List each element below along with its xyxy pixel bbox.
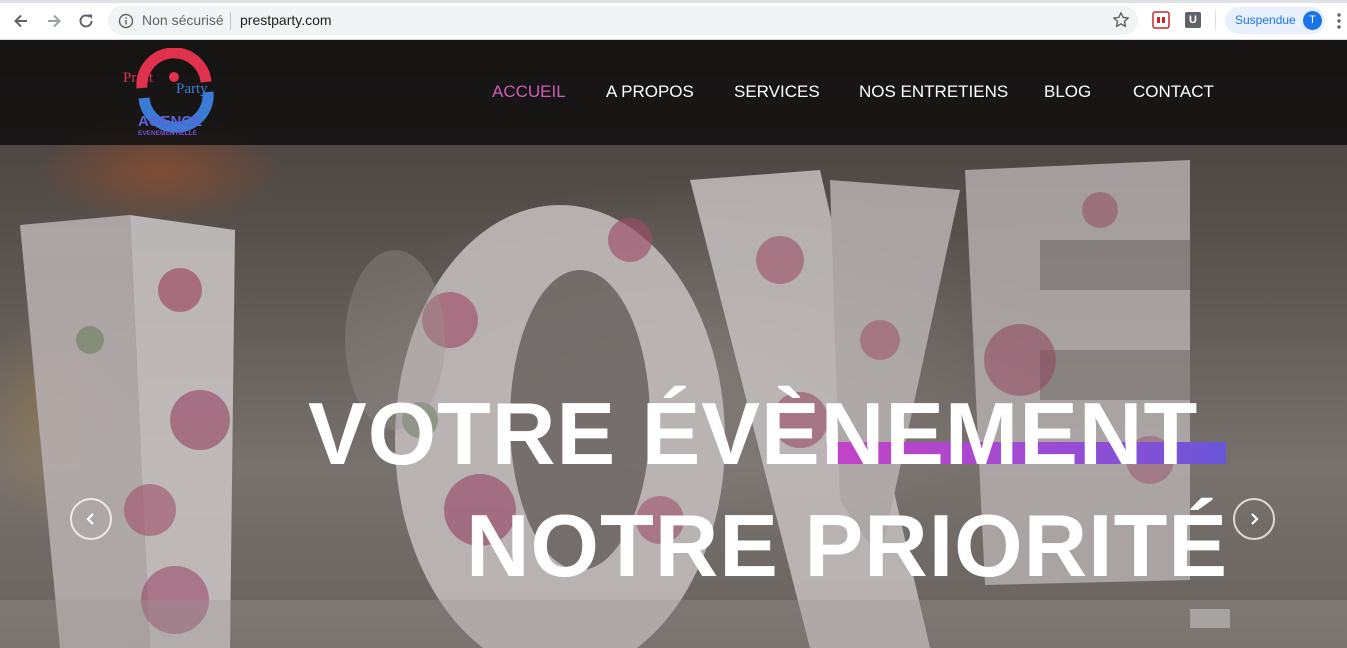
address-bar[interactable]: Non sécurisé prestparty.com bbox=[108, 6, 1138, 35]
chevron-left-icon bbox=[86, 513, 94, 525]
hero-headline-line2: NOTRE PRIORITÉ bbox=[466, 496, 1229, 595]
logo-text-sub: EVENEMENTIELLE bbox=[138, 130, 198, 137]
main-nav: ACCUEIL A PROPOS SERVICES NOS ENTRETIENS… bbox=[0, 82, 1347, 104]
tab-strip-edge bbox=[0, 0, 1347, 3]
nav-item-contact[interactable]: CONTACT bbox=[1133, 82, 1214, 102]
nav-item-a-propos[interactable]: A PROPOS bbox=[606, 82, 694, 102]
browser-toolbar: Non sécurisé prestparty.com U Suspendue … bbox=[0, 0, 1347, 40]
site-header: Prest Party AGENCE EVENEMENTIELLE ACCUEI… bbox=[0, 40, 1347, 145]
nav-item-blog[interactable]: BLOG bbox=[1044, 82, 1091, 102]
slider-next-button[interactable] bbox=[1233, 498, 1275, 540]
hero-slider: Prest Party AGENCE EVENEMENTIELLE ACCUEI… bbox=[0, 40, 1347, 648]
toolbar-divider bbox=[1215, 10, 1216, 30]
back-arrow-icon bbox=[14, 14, 27, 28]
info-icon[interactable] bbox=[118, 13, 134, 29]
reload-icon bbox=[79, 14, 93, 28]
forward-button[interactable] bbox=[43, 10, 65, 32]
nav-item-nos-entretiens[interactable]: NOS ENTRETIENS bbox=[859, 82, 1008, 102]
reload-button[interactable] bbox=[75, 10, 97, 32]
hero-headline-line1: VOTRE ÉVÈNEMENT bbox=[308, 384, 1199, 483]
extension-icon[interactable] bbox=[1152, 11, 1170, 29]
bookmark-star-icon[interactable] bbox=[1112, 11, 1130, 29]
omnibox-separator bbox=[230, 12, 231, 30]
slider-indicator[interactable] bbox=[1190, 609, 1230, 628]
forward-arrow-icon bbox=[48, 14, 61, 28]
logo-text-agence: AGENCE bbox=[138, 113, 202, 130]
profile-button[interactable]: Suspendue T bbox=[1225, 7, 1325, 34]
url-text[interactable]: prestparty.com bbox=[240, 12, 332, 28]
avatar: T bbox=[1303, 11, 1322, 30]
profile-status: Suspendue bbox=[1235, 13, 1296, 27]
slider-prev-button[interactable] bbox=[70, 498, 112, 540]
more-menu-icon[interactable] bbox=[1337, 12, 1341, 30]
extension-u-icon[interactable]: U bbox=[1185, 12, 1201, 28]
security-label: Non sécurisé bbox=[142, 12, 224, 28]
nav-item-services[interactable]: SERVICES bbox=[734, 82, 820, 102]
back-button[interactable] bbox=[10, 10, 32, 32]
chevron-right-icon bbox=[1251, 513, 1259, 525]
nav-item-accueil[interactable]: ACCUEIL bbox=[492, 82, 566, 102]
